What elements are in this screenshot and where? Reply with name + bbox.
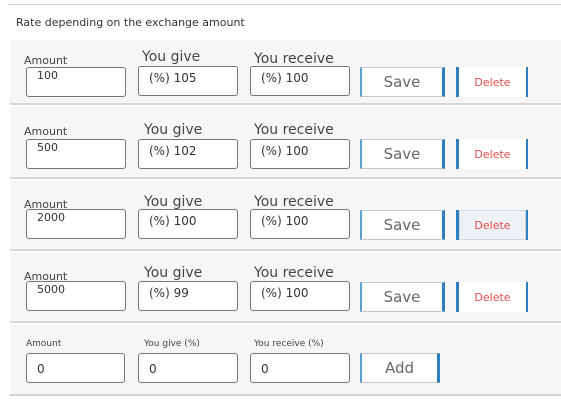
you-receive-label: You receive bbox=[254, 51, 334, 67]
you-give-field[interactable]: (%) 99 bbox=[138, 281, 238, 311]
amount-label: Amount bbox=[24, 125, 68, 138]
you-give-label: You give bbox=[142, 49, 201, 65]
new-amount-input[interactable]: 0 bbox=[26, 353, 125, 383]
amount-field[interactable]: 2000 bbox=[26, 209, 126, 239]
save-button[interactable]: Save bbox=[360, 210, 445, 240]
you-give-field[interactable]: (%) 105 bbox=[138, 66, 238, 96]
amount-field[interactable]: 500 bbox=[26, 139, 126, 169]
you-receive-pct-label: You receive (%) bbox=[254, 339, 324, 349]
delete-button[interactable]: Delete bbox=[456, 67, 528, 97]
you-give-label: You give bbox=[144, 194, 203, 210]
rate-row: Amount 500 You give (%) 102 You receive … bbox=[10, 107, 561, 179]
you-receive-field[interactable]: (%) 100 bbox=[250, 139, 350, 169]
you-receive-field[interactable]: (%) 100 bbox=[250, 66, 350, 96]
you-receive-label: You receive bbox=[254, 265, 334, 281]
new-give-input[interactable]: 0 bbox=[138, 353, 238, 383]
top-divider bbox=[8, 4, 561, 5]
amount-label: Amount bbox=[24, 54, 68, 67]
you-give-pct-label: You give (%) bbox=[144, 339, 200, 349]
amount-label: Amount bbox=[26, 339, 62, 349]
amount-field[interactable]: 5000 bbox=[26, 281, 126, 311]
section-title: Rate depending on the exchange amount bbox=[16, 16, 245, 29]
save-button[interactable]: Save bbox=[360, 139, 445, 169]
new-receive-input[interactable]: 0 bbox=[250, 353, 350, 383]
rate-row: Amount 100 You give (%) 105 You receive … bbox=[10, 40, 561, 105]
amount-field[interactable]: 100 bbox=[26, 67, 126, 97]
delete-button[interactable]: Delete bbox=[456, 282, 528, 312]
you-receive-field[interactable]: (%) 100 bbox=[250, 209, 350, 239]
you-give-label: You give bbox=[144, 122, 203, 138]
rate-row: Amount 2000 You give (%) 100 You receive… bbox=[10, 181, 561, 251]
add-button[interactable]: Add bbox=[360, 353, 440, 383]
you-receive-label: You receive bbox=[254, 122, 334, 138]
you-receive-field[interactable]: (%) 100 bbox=[250, 281, 350, 311]
you-give-field[interactable]: (%) 100 bbox=[138, 209, 238, 239]
you-receive-label: You receive bbox=[254, 194, 334, 210]
rate-row: Amount 5000 You give (%) 99 You receive … bbox=[10, 253, 561, 323]
you-give-label: You give bbox=[144, 265, 203, 281]
add-rate-row: Amount 0 You give (%) 0 You receive (%) … bbox=[10, 325, 561, 396]
delete-button[interactable]: Delete bbox=[456, 139, 528, 169]
you-give-field[interactable]: (%) 102 bbox=[138, 139, 238, 169]
save-button[interactable]: Save bbox=[360, 67, 445, 97]
save-button[interactable]: Save bbox=[360, 282, 445, 312]
delete-button[interactable]: Delete bbox=[456, 210, 528, 240]
